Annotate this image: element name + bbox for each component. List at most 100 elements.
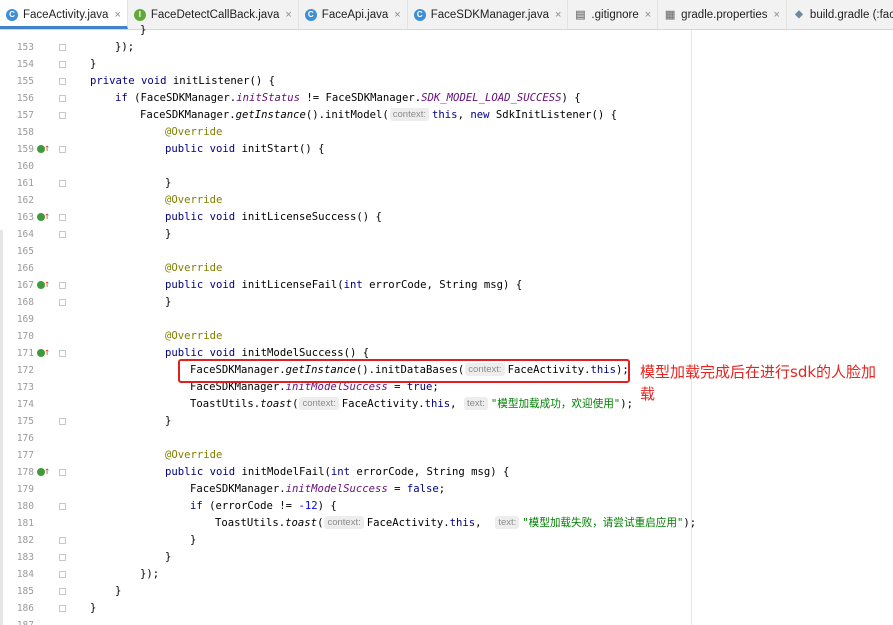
fold-marker-icon[interactable] [59,469,66,476]
code-line[interactable]: 183 } [0,532,893,563]
close-icon[interactable]: × [285,9,291,21]
code-line[interactable]: 166 [0,243,893,274]
code-line[interactable]: 154 }); [0,39,893,70]
code-text: @Override [165,194,223,206]
code-text: FaceSDKManager.getInstance().initModel(c… [140,108,618,121]
code-line[interactable]: 187 } [0,600,893,625]
parameter-hint: text: [495,516,520,529]
code-line[interactable]: 159 @Override [0,124,893,155]
code-line[interactable]: 181 if (errorCode != -12) { [0,498,893,529]
code-line[interactable]: 168 ↑ public void initLicenseFail(int er… [0,277,893,308]
tab-label: FaceSDKManager.java [430,8,549,21]
fold-marker-icon[interactable] [59,95,66,102]
fold-marker-icon[interactable] [59,146,66,153]
class-icon: C [6,8,18,21]
code-text: public void initLicenseSuccess() { [165,211,382,223]
fold-marker-icon[interactable] [59,503,66,510]
up-arrow-icon[interactable]: ↑ [44,464,50,479]
tab-label: FaceActivity.java [23,8,109,21]
tab-label: FaceDetectCallBack.java [150,8,280,21]
code-text: } [165,415,172,427]
code-text: } [115,585,122,597]
fold-marker-icon[interactable] [59,554,66,561]
code-line[interactable]: 157 if (FaceSDKManager.initStatus != Fac… [0,90,893,121]
fold-marker-icon[interactable] [59,350,66,357]
fold-marker-icon[interactable] [59,282,66,289]
code-line[interactable]: 178 @Override [0,447,893,478]
fold-marker-icon[interactable] [59,537,66,544]
code-line[interactable]: 153 } [0,22,893,53]
code-line[interactable]: 185 }); [0,566,893,597]
code-text: } [165,228,172,240]
code-line[interactable]: 184 } [0,549,893,580]
code-line[interactable]: 161 [0,158,893,189]
fold-marker-icon[interactable] [59,231,66,238]
code-text: }); [115,41,135,53]
code-text: } [140,24,147,36]
annotation-callout: 模型加载完成后在进行sdk的人脸加载 [640,363,877,403]
code-line[interactable]: 182 ToastUtils.toast(context: FaceActivit… [0,515,893,546]
fold-marker-icon[interactable] [59,180,66,187]
code-text: FaceSDKManager.initModelSuccess = false; [190,483,446,495]
line-number: 187 [6,617,34,625]
code-text: } [190,534,197,546]
code-text: } [90,602,97,614]
fold-marker-icon[interactable] [59,571,66,578]
code-line[interactable]: 158 FaceSDKManager.getInstance().initMod… [0,107,893,138]
fold-marker-icon[interactable] [59,44,66,51]
code-text: if (FaceSDKManager.initStatus != FaceSDK… [115,92,581,104]
properties-file-icon: ▦ [664,9,676,21]
fold-marker-icon[interactable] [59,605,66,612]
close-icon[interactable]: × [555,9,561,21]
parameter-hint: context: [324,516,364,529]
close-icon[interactable]: × [645,9,651,21]
class-icon: C [413,8,426,21]
code-text: private void initListener() { [90,75,275,87]
code-text: ToastUtils.toast(context: FaceActivity.th… [190,397,633,410]
fold-marker-icon[interactable] [59,214,66,221]
code-text: }); [140,568,160,580]
fold-marker-icon[interactable] [59,61,66,68]
code-line[interactable]: 170 [0,311,893,342]
code-line[interactable]: 167 @Override [0,260,893,291]
up-arrow-icon[interactable]: ↑ [44,345,50,360]
code-line[interactable]: 177 [0,430,893,461]
close-icon[interactable]: × [114,9,120,21]
parameter-hint: context: [389,108,430,121]
code-line[interactable]: 156 private void initListener() { [0,73,893,104]
interface-icon: I [133,8,146,21]
fold-marker-icon[interactable] [59,299,66,306]
fold-marker-icon[interactable] [59,418,66,425]
code-line[interactable]: 176 } [0,413,893,444]
close-icon[interactable]: × [773,9,779,21]
up-arrow-icon[interactable]: ↑ [44,277,50,292]
code-line[interactable]: 163 @Override [0,192,893,223]
parameter-hint: context: [299,397,339,410]
fold-marker-icon[interactable] [59,112,66,119]
gradle-icon: ◆ [795,9,803,20]
code-text: public void initStart() { [165,143,325,155]
code-editor[interactable]: 153 } 154 }); 155 } 156 private void ini… [0,24,893,625]
tab-label: build.gradle (:facelibrary) [809,8,893,21]
code-line[interactable]: 164 ↑ public void initLicenseSuccess() { [0,209,893,240]
close-icon[interactable]: × [394,9,400,21]
code-text: ToastUtils.toast(context: FaceActivity.th… [215,516,697,529]
code-line[interactable]: 160 ↑ public void initStart() { [0,141,893,172]
fold-marker-icon[interactable] [59,78,66,85]
code-line[interactable]: 169 } [0,294,893,325]
code-line[interactable]: 162 } [0,175,893,206]
code-text: } [165,177,172,189]
code-text: @Override [165,126,223,138]
code-line[interactable]: 186 } [0,583,893,614]
code-line[interactable]: 171 @Override [0,328,893,359]
code-line[interactable]: 180 FaceSDKManager.initModelSuccess = fa… [0,481,893,512]
code-line[interactable]: 179 ↑ public void initModelFail(int erro… [0,464,893,495]
up-arrow-icon[interactable]: ↑ [44,141,50,156]
class-icon: C [304,8,317,21]
code-text: @Override [165,262,223,274]
up-arrow-icon[interactable]: ↑ [44,209,50,224]
fold-marker-icon[interactable] [59,588,66,595]
code-line[interactable]: 165 } [0,226,893,257]
code-line[interactable]: 155 } [0,56,893,87]
code-text: if (errorCode != -12) { [190,500,337,512]
